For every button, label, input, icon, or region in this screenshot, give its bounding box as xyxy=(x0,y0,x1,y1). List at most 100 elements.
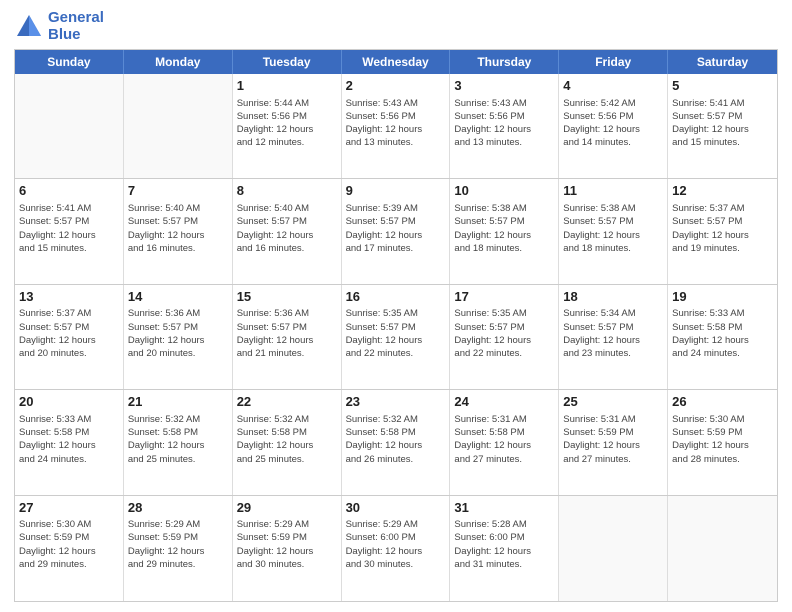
day-cell-28: 28Sunrise: 5:29 AM Sunset: 5:59 PM Dayli… xyxy=(124,496,233,601)
logo-icon xyxy=(14,12,44,42)
day-info: Sunrise: 5:44 AM Sunset: 5:56 PM Dayligh… xyxy=(237,97,337,150)
day-number: 2 xyxy=(346,77,446,95)
day-info: Sunrise: 5:38 AM Sunset: 5:57 PM Dayligh… xyxy=(454,202,554,255)
empty-cell xyxy=(124,74,233,178)
day-cell-9: 9 Sunrise: 5:39 AM Sunset: 5:57 PM Daylig… xyxy=(342,179,451,283)
day-info: Sunrise: 5:43 AM Sunset: 5:56 PM Dayligh… xyxy=(346,97,446,150)
day-number: 29 xyxy=(237,499,337,517)
day-number: 14 xyxy=(128,288,228,306)
day-number: 27 xyxy=(19,499,119,517)
day-info: Sunrise: 5:35 AM Sunset: 5:57 PM Dayligh… xyxy=(346,307,446,360)
day-info: Sunrise: 5:31 AM Sunset: 5:58 PM Dayligh… xyxy=(454,413,554,466)
day-number: 11 xyxy=(563,182,663,200)
day-number: 31 xyxy=(454,499,554,517)
day-info: Sunrise: 5:33 AM Sunset: 5:58 PM Dayligh… xyxy=(19,413,119,466)
day-number: 13 xyxy=(19,288,119,306)
week-row-2: 6Sunrise: 5:41 AM Sunset: 5:57 PM Daylig… xyxy=(15,179,777,284)
day-cell-16: 16Sunrise: 5:35 AM Sunset: 5:57 PM Dayli… xyxy=(342,285,451,389)
empty-cell xyxy=(668,496,777,601)
day-info: Sunrise: 5:32 AM Sunset: 5:58 PM Dayligh… xyxy=(237,413,337,466)
header-day-monday: Monday xyxy=(124,50,233,74)
header: General Blue xyxy=(14,10,778,43)
day-info: Sunrise: 5:41 AM Sunset: 5:57 PM Dayligh… xyxy=(19,202,119,255)
day-number: 7 xyxy=(128,182,228,200)
day-info: Sunrise: 5:37 AM Sunset: 5:57 PM Dayligh… xyxy=(672,202,773,255)
day-number: 12 xyxy=(672,182,773,200)
day-number: 15 xyxy=(237,288,337,306)
day-info: Sunrise: 5:29 AM Sunset: 5:59 PM Dayligh… xyxy=(128,518,228,571)
day-cell-13: 13Sunrise: 5:37 AM Sunset: 5:57 PM Dayli… xyxy=(15,285,124,389)
day-cell-24: 24 Sunrise: 5:31 AM Sunset: 5:58 PM Dayli… xyxy=(450,390,559,494)
header-day-thursday: Thursday xyxy=(450,50,559,74)
day-info: Sunrise: 5:38 AM Sunset: 5:57 PM Dayligh… xyxy=(563,202,663,255)
logo: General Blue xyxy=(14,10,104,43)
day-number: 26 xyxy=(672,393,773,411)
day-info: Sunrise: 5:31 AM Sunset: 5:59 PM Dayligh… xyxy=(563,413,663,466)
day-cell-2: 2 Sunrise: 5:43 AM Sunset: 5:56 PM Daylig… xyxy=(342,74,451,178)
day-cell-12: 12 Sunrise: 5:37 AM Sunset: 5:57 PM Dayli… xyxy=(668,179,777,283)
header-day-friday: Friday xyxy=(559,50,668,74)
day-info: Sunrise: 5:28 AM Sunset: 6:00 PM Dayligh… xyxy=(454,518,554,571)
day-cell-25: 25 Sunrise: 5:31 AM Sunset: 5:59 PM Dayli… xyxy=(559,390,668,494)
day-info: Sunrise: 5:30 AM Sunset: 5:59 PM Dayligh… xyxy=(672,413,773,466)
day-cell-14: 14Sunrise: 5:36 AM Sunset: 5:57 PM Dayli… xyxy=(124,285,233,389)
day-cell-4: 4 Sunrise: 5:42 AM Sunset: 5:56 PM Daylig… xyxy=(559,74,668,178)
day-cell-30: 30Sunrise: 5:29 AM Sunset: 6:00 PM Dayli… xyxy=(342,496,451,601)
day-cell-10: 10 Sunrise: 5:38 AM Sunset: 5:57 PM Dayli… xyxy=(450,179,559,283)
week-row-4: 20 Sunrise: 5:33 AM Sunset: 5:58 PM Dayli… xyxy=(15,390,777,495)
day-cell-19: 19Sunrise: 5:33 AM Sunset: 5:58 PM Dayli… xyxy=(668,285,777,389)
day-number: 10 xyxy=(454,182,554,200)
day-info: Sunrise: 5:40 AM Sunset: 5:57 PM Dayligh… xyxy=(237,202,337,255)
day-info: Sunrise: 5:36 AM Sunset: 5:57 PM Dayligh… xyxy=(237,307,337,360)
day-number: 30 xyxy=(346,499,446,517)
day-cell-29: 29Sunrise: 5:29 AM Sunset: 5:59 PM Dayli… xyxy=(233,496,342,601)
week-row-5: 27Sunrise: 5:30 AM Sunset: 5:59 PM Dayli… xyxy=(15,496,777,601)
header-day-tuesday: Tuesday xyxy=(233,50,342,74)
day-cell-20: 20 Sunrise: 5:33 AM Sunset: 5:58 PM Dayli… xyxy=(15,390,124,494)
day-cell-3: 3Sunrise: 5:43 AM Sunset: 5:56 PM Daylig… xyxy=(450,74,559,178)
day-number: 8 xyxy=(237,182,337,200)
day-number: 16 xyxy=(346,288,446,306)
day-number: 28 xyxy=(128,499,228,517)
day-cell-22: 22 Sunrise: 5:32 AM Sunset: 5:58 PM Dayli… xyxy=(233,390,342,494)
day-number: 17 xyxy=(454,288,554,306)
day-info: Sunrise: 5:33 AM Sunset: 5:58 PM Dayligh… xyxy=(672,307,773,360)
day-cell-15: 15Sunrise: 5:36 AM Sunset: 5:57 PM Dayli… xyxy=(233,285,342,389)
calendar-header: SundayMondayTuesdayWednesdayThursdayFrid… xyxy=(15,50,777,74)
day-cell-31: 31Sunrise: 5:28 AM Sunset: 6:00 PM Dayli… xyxy=(450,496,559,601)
day-info: Sunrise: 5:42 AM Sunset: 5:56 PM Dayligh… xyxy=(563,97,663,150)
day-cell-21: 21Sunrise: 5:32 AM Sunset: 5:58 PM Dayli… xyxy=(124,390,233,494)
day-number: 9 xyxy=(346,182,446,200)
day-cell-1: 1Sunrise: 5:44 AM Sunset: 5:56 PM Daylig… xyxy=(233,74,342,178)
week-row-3: 13Sunrise: 5:37 AM Sunset: 5:57 PM Dayli… xyxy=(15,285,777,390)
header-day-saturday: Saturday xyxy=(668,50,777,74)
day-number: 24 xyxy=(454,393,554,411)
day-number: 25 xyxy=(563,393,663,411)
day-info: Sunrise: 5:29 AM Sunset: 5:59 PM Dayligh… xyxy=(237,518,337,571)
page: General Blue SundayMondayTuesdayWednesda… xyxy=(0,0,792,612)
week-row-1: 1Sunrise: 5:44 AM Sunset: 5:56 PM Daylig… xyxy=(15,74,777,179)
day-number: 5 xyxy=(672,77,773,95)
day-number: 21 xyxy=(128,393,228,411)
day-info: Sunrise: 5:32 AM Sunset: 5:58 PM Dayligh… xyxy=(346,413,446,466)
day-info: Sunrise: 5:37 AM Sunset: 5:57 PM Dayligh… xyxy=(19,307,119,360)
header-day-wednesday: Wednesday xyxy=(342,50,451,74)
day-cell-26: 26 Sunrise: 5:30 AM Sunset: 5:59 PM Dayli… xyxy=(668,390,777,494)
day-info: Sunrise: 5:36 AM Sunset: 5:57 PM Dayligh… xyxy=(128,307,228,360)
day-number: 18 xyxy=(563,288,663,306)
day-info: Sunrise: 5:41 AM Sunset: 5:57 PM Dayligh… xyxy=(672,97,773,150)
day-cell-23: 23Sunrise: 5:32 AM Sunset: 5:58 PM Dayli… xyxy=(342,390,451,494)
empty-cell xyxy=(559,496,668,601)
day-info: Sunrise: 5:39 AM Sunset: 5:57 PM Dayligh… xyxy=(346,202,446,255)
day-cell-5: 5 Sunrise: 5:41 AM Sunset: 5:57 PM Daylig… xyxy=(668,74,777,178)
day-number: 22 xyxy=(237,393,337,411)
calendar: SundayMondayTuesdayWednesdayThursdayFrid… xyxy=(14,49,778,602)
day-number: 4 xyxy=(563,77,663,95)
day-number: 3 xyxy=(454,77,554,95)
day-cell-17: 17Sunrise: 5:35 AM Sunset: 5:57 PM Dayli… xyxy=(450,285,559,389)
day-info: Sunrise: 5:35 AM Sunset: 5:57 PM Dayligh… xyxy=(454,307,554,360)
day-number: 20 xyxy=(19,393,119,411)
header-day-sunday: Sunday xyxy=(15,50,124,74)
day-info: Sunrise: 5:30 AM Sunset: 5:59 PM Dayligh… xyxy=(19,518,119,571)
day-cell-27: 27Sunrise: 5:30 AM Sunset: 5:59 PM Dayli… xyxy=(15,496,124,601)
